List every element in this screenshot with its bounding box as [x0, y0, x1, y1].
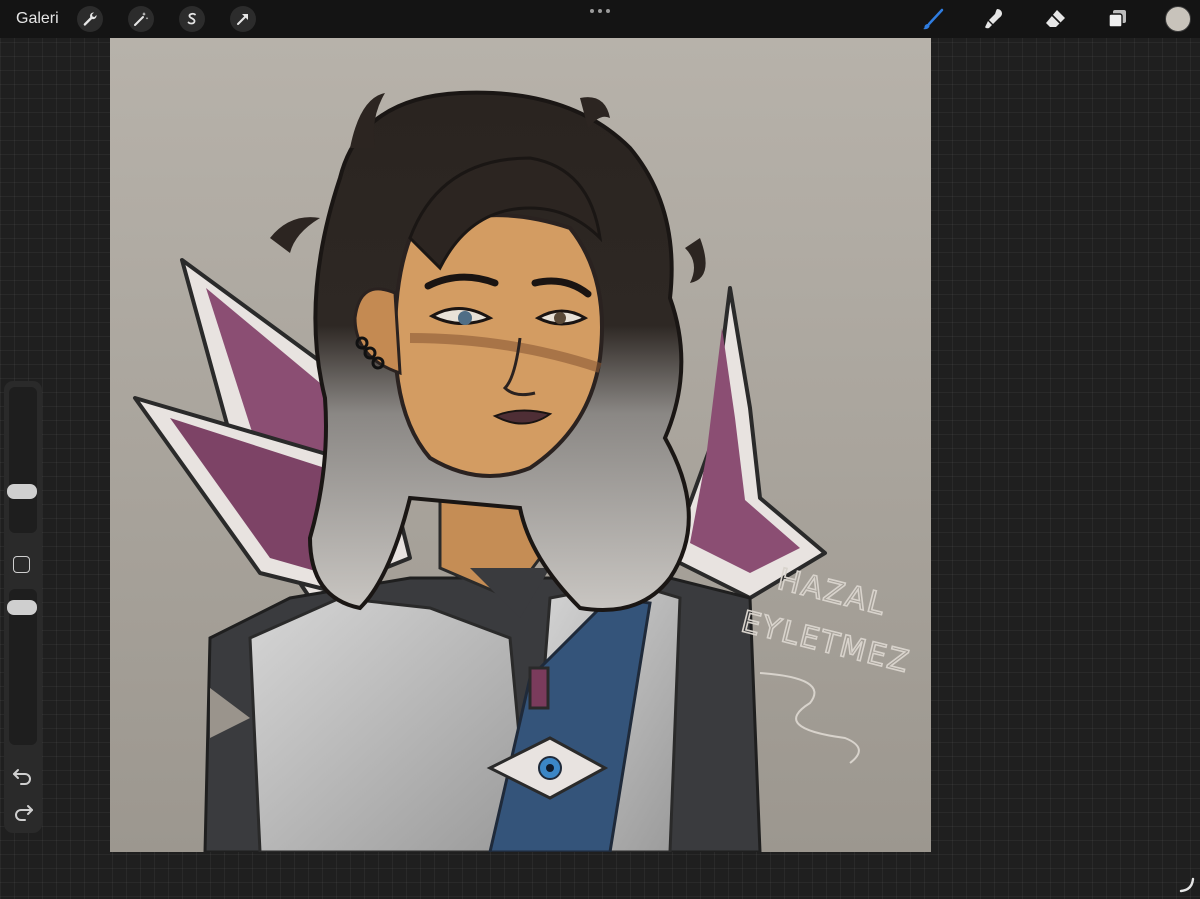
gallery-button[interactable]: Galeri	[16, 10, 59, 28]
top-toolbar: Galeri	[0, 0, 1200, 38]
character-portrait: HAZAL EYLETMEZ	[110, 38, 931, 852]
more-options-icon[interactable]	[586, 4, 614, 18]
artwork-canvas[interactable]: HAZAL EYLETMEZ	[110, 38, 931, 852]
opacity-handle[interactable]	[7, 600, 37, 616]
eraser-icon[interactable]	[1041, 5, 1069, 33]
undo-icon[interactable]	[12, 765, 34, 787]
color-swatch[interactable]	[1165, 6, 1191, 32]
left-sidebar	[4, 381, 42, 833]
wrench-icon[interactable]	[77, 6, 103, 32]
brush-size-slider[interactable]	[7, 387, 37, 533]
redo-icon[interactable]	[12, 801, 34, 823]
corner-gesture-icon[interactable]	[1178, 876, 1196, 894]
brush-size-handle[interactable]	[7, 483, 37, 499]
magic-wand-icon[interactable]	[128, 6, 154, 32]
brush-icon[interactable]	[919, 5, 947, 33]
transform-arrow-icon[interactable]	[230, 6, 256, 32]
layers-icon[interactable]	[1103, 5, 1131, 33]
opacity-slider[interactable]	[7, 589, 37, 745]
smudge-icon[interactable]	[980, 5, 1008, 33]
selection-icon[interactable]	[179, 6, 205, 32]
modify-button[interactable]	[13, 556, 30, 573]
